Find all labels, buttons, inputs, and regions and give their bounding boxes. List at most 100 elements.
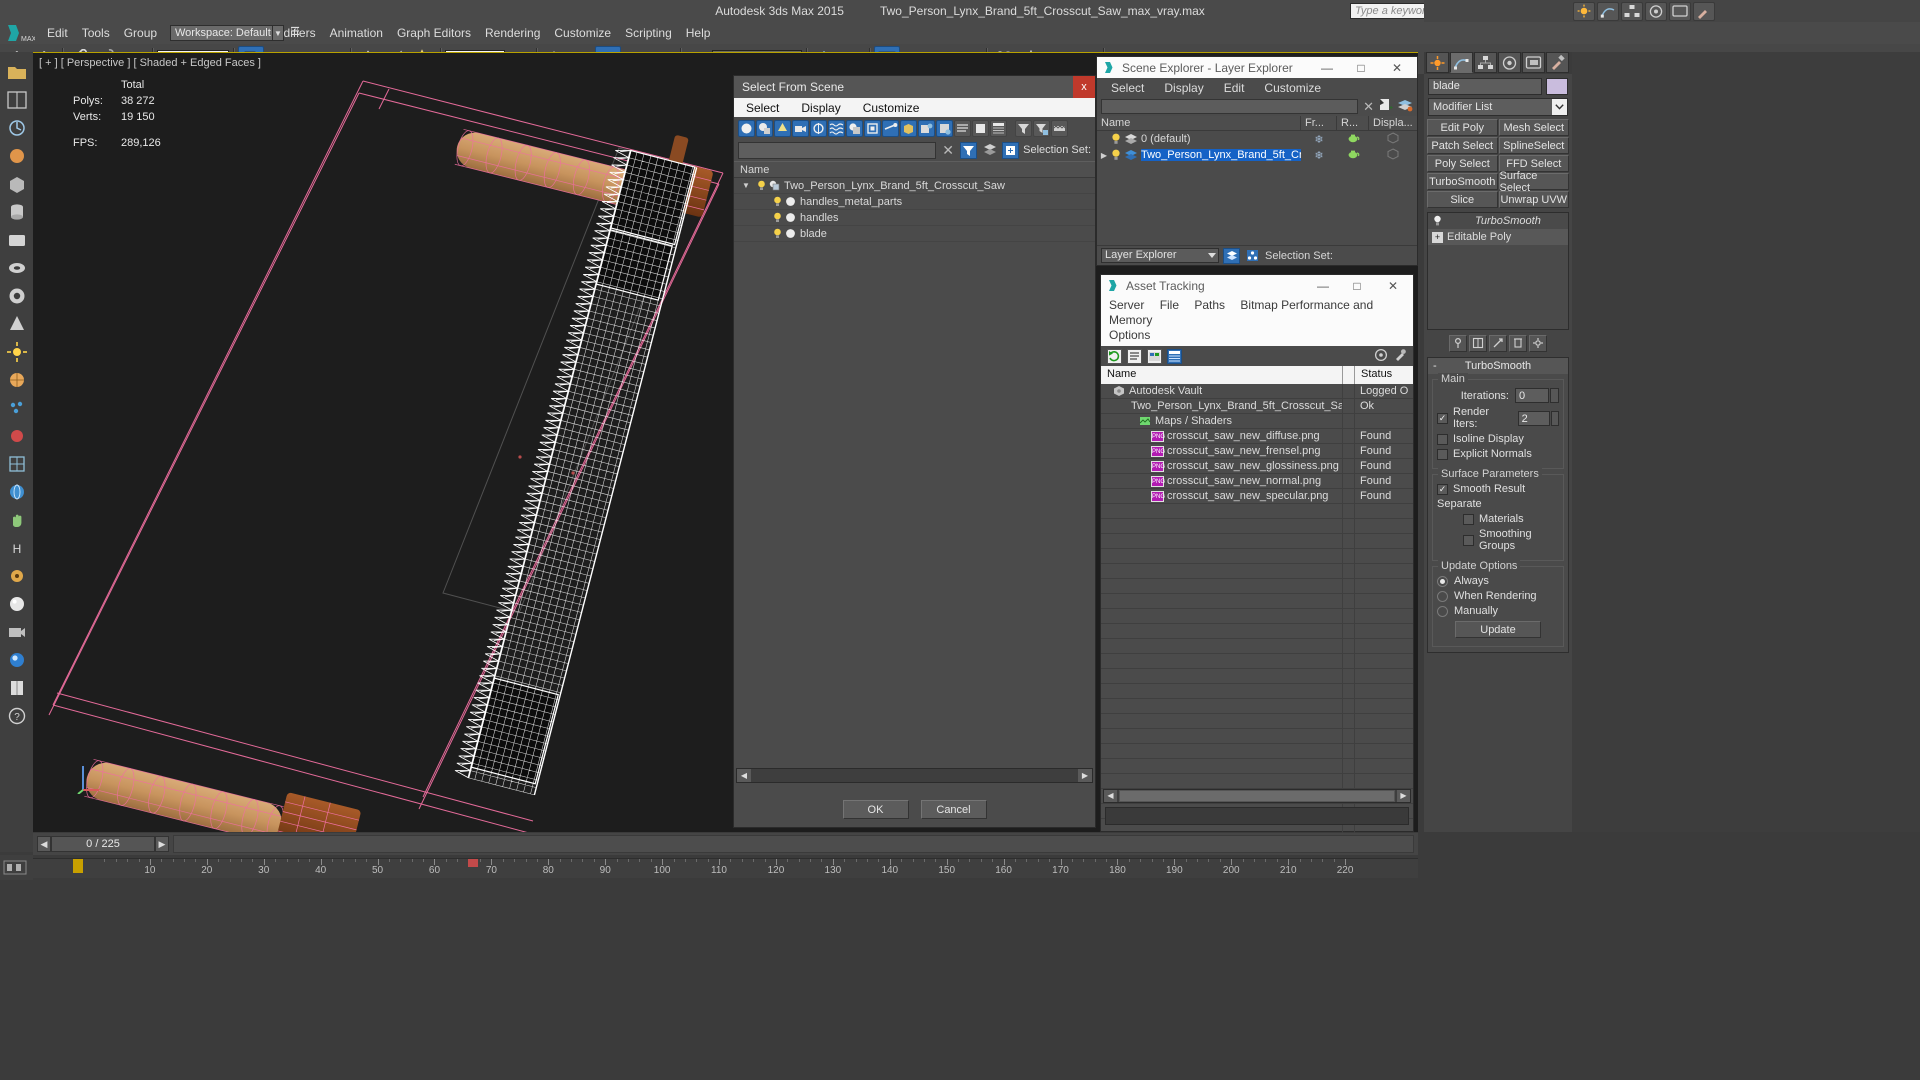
table-row-empty[interactable] <box>1101 639 1413 654</box>
update-always-radio[interactable] <box>1437 575 1448 587</box>
scroll-right-arrow-icon[interactable]: ▶ <box>1397 790 1410 802</box>
max-logo-icon[interactable]: MAX <box>0 22 40 44</box>
render-iters-checkbox[interactable]: ✓ <box>1437 412 1448 424</box>
menu-item-tools[interactable]: Tools <box>75 22 117 44</box>
sfs-node-label[interactable]: handles <box>800 212 839 224</box>
pin-stack-icon[interactable] <box>1449 334 1467 352</box>
display-box-icon[interactable] <box>1369 131 1417 147</box>
table-row-empty[interactable] <box>1101 504 1413 519</box>
modifier-edit-poly[interactable]: Edit Poly <box>1427 119 1498 136</box>
ast-menu-file[interactable]: File <box>1160 298 1179 312</box>
table-row-empty[interactable] <box>1101 759 1413 774</box>
sfs-tree-row-2[interactable]: handles <box>734 210 1095 226</box>
keyframe-icon[interactable] <box>3 858 29 878</box>
col-render[interactable]: R... <box>1337 116 1369 130</box>
viewport-layout-icon[interactable] <box>4 87 29 112</box>
update-always-row[interactable]: Always <box>1437 575 1559 587</box>
display-space-warps-icon[interactable] <box>828 119 845 137</box>
hierarchy-icon[interactable] <box>1621 1 1643 21</box>
sky-icon[interactable] <box>4 647 29 672</box>
object-color-swatch[interactable] <box>1546 78 1568 95</box>
sfs-clear-find-icon[interactable]: ✕ <box>940 142 956 159</box>
configure-modifier-sets-icon[interactable] <box>1529 334 1547 352</box>
display-particle-systems-icon[interactable] <box>918 119 935 137</box>
scene-explorer-window[interactable]: Scene Explorer - Layer Explorer — □ ✕ Se… <box>1096 56 1418 266</box>
motion-icon[interactable] <box>1645 1 1667 21</box>
display-lights-icon[interactable] <box>774 119 791 137</box>
chevron-down-icon[interactable] <box>1552 99 1567 115</box>
sfs-close-button[interactable]: x <box>1073 76 1095 98</box>
create-sphere-icon[interactable] <box>4 143 29 168</box>
scroll-left-arrow-icon[interactable]: ◀ <box>737 769 751 782</box>
scene-explorer-minimize[interactable]: — <box>1311 57 1343 78</box>
help-circle-icon[interactable]: ? <box>4 703 29 728</box>
path-edit-icon[interactable] <box>1147 348 1162 364</box>
time-ruler[interactable]: 10 20 30 40 50 60 70 80 90 100 110 120 130 140 150 160 1… <box>33 858 1418 878</box>
object-name-input[interactable]: blade <box>1428 78 1542 95</box>
cancel-button[interactable]: Cancel <box>920 800 987 819</box>
layer-name[interactable]: 0 (default) <box>1141 133 1301 145</box>
asset-tracking-minimize[interactable]: — <box>1307 275 1339 296</box>
sfs-layer-icon[interactable] <box>1002 141 1020 159</box>
create-plane-icon[interactable] <box>4 227 29 252</box>
menu-item-group[interactable]: Group <box>117 22 164 44</box>
update-when-rendering-radio[interactable] <box>1437 590 1448 602</box>
delete-layer-icon[interactable] <box>1398 98 1413 115</box>
create-cone-icon[interactable] <box>4 311 29 336</box>
light-icon[interactable] <box>1573 1 1595 21</box>
create-cylinder-icon[interactable] <box>4 199 29 224</box>
update-manually-row[interactable]: Manually <box>1437 605 1559 617</box>
book-icon[interactable] <box>4 675 29 700</box>
menu-item-help[interactable]: Help <box>679 22 718 44</box>
col-frozen[interactable]: Fr... <box>1301 116 1337 130</box>
globe-icon[interactable] <box>4 479 29 504</box>
detail-view-icon[interactable] <box>990 119 1007 137</box>
ast-col-status[interactable]: Status <box>1355 366 1413 384</box>
col-name[interactable]: Name <box>1097 116 1301 130</box>
explorer-mode-combo[interactable]: Layer Explorer <box>1101 248 1219 263</box>
workspace-overflow-icon[interactable]: ☰ <box>288 25 302 41</box>
light-bulb-icon[interactable] <box>757 180 766 191</box>
list-view-icon[interactable] <box>954 119 971 137</box>
table-row[interactable]: PNG crosscut_saw_new_diffuse.png Found <box>1101 429 1413 444</box>
table-row-empty[interactable] <box>1101 744 1413 759</box>
scn-menu-edit[interactable]: Edit <box>1224 81 1245 95</box>
layer-name[interactable]: Two_Person_Lynx_Brand_5ft_Crosscut... <box>1141 149 1301 161</box>
time-playhead[interactable] <box>73 859 83 873</box>
update-button[interactable]: Update <box>1455 621 1541 638</box>
cloth-icon[interactable] <box>4 563 29 588</box>
table-row[interactable]: PNG crosscut_saw_new_glossiness.png Foun… <box>1101 459 1413 474</box>
frozen-snowflake-icon[interactable]: ❄ <box>1301 149 1337 162</box>
expand-arrow-icon[interactable]: ▼ <box>742 181 754 190</box>
workspace-dropdown-arrow[interactable]: ▼ <box>272 25 284 41</box>
modify-curve-icon[interactable] <box>1597 1 1619 21</box>
display-frozen-icon[interactable] <box>936 119 953 137</box>
filter-funnel-icon[interactable] <box>1015 119 1032 137</box>
display-helpers-icon[interactable] <box>810 119 827 137</box>
renderable-teapot-icon[interactable] <box>1337 149 1369 162</box>
table-row-empty[interactable] <box>1101 729 1413 744</box>
iterations-spinner-arrows[interactable] <box>1550 388 1559 403</box>
time-marker[interactable] <box>468 859 478 867</box>
scn-menu-customize[interactable]: Customize <box>1264 81 1321 95</box>
render-iters-spinner[interactable]: 2 <box>1517 410 1550 426</box>
layer-manage-icon[interactable] <box>1223 247 1240 264</box>
layers-strip-icon[interactable] <box>1051 119 1068 137</box>
display-containers-icon[interactable] <box>900 119 917 137</box>
modifier-poly-select[interactable]: Poly Select <box>1427 155 1498 172</box>
uv-icon[interactable] <box>4 451 29 476</box>
table-row[interactable]: Autodesk Vault Logged O <box>1101 384 1413 399</box>
table-row[interactable]: Maps / Shaders <box>1101 414 1413 429</box>
modifier-stack[interactable]: TurboSmooth + Editable Poly <box>1427 212 1569 330</box>
asset-tracking-horizontal-scrollbar[interactable]: ◀ ▶ <box>1103 789 1411 803</box>
table-row-empty[interactable] <box>1101 549 1413 564</box>
col-display[interactable]: Displa... <box>1369 116 1417 130</box>
menu-item-animation[interactable]: Animation <box>323 22 390 44</box>
display-xrefs-icon[interactable] <box>864 119 881 137</box>
render-preview-icon[interactable] <box>4 591 29 616</box>
display-cameras-icon[interactable] <box>792 119 809 137</box>
scene-converter-icon[interactable] <box>4 115 29 140</box>
show-end-result-icon[interactable] <box>1469 334 1487 352</box>
asset-tracking-close[interactable]: ✕ <box>1377 275 1409 296</box>
asset-name[interactable]: Two_Person_Lynx_Brand_5ft_Crosscut_Saw_.… <box>1131 400 1342 412</box>
